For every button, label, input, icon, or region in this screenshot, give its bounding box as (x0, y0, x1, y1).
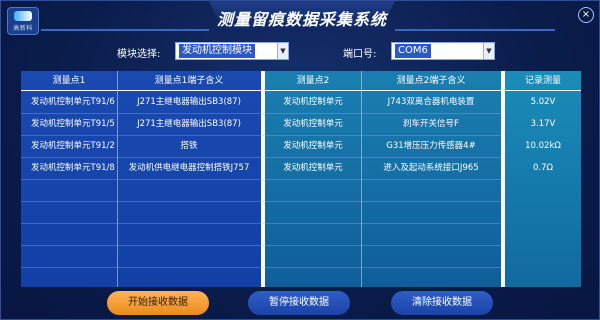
measurement-table: 测量点1 测量点1端子含义 测量点2 测量点2端子含义 记录测量 发动机控制单元… (21, 71, 581, 287)
cell-record[interactable]: 0.7Ω (505, 157, 581, 179)
cell-point2-desc[interactable]: G31增压压力传感器4# (361, 135, 501, 157)
cell-point2-desc[interactable]: 刹车开关信号F (361, 113, 501, 135)
port-select-value: COM6 (395, 44, 431, 58)
chevron-down-icon[interactable]: ▼ (483, 43, 494, 59)
cell-point1-desc[interactable]: 发动机供电继电器控制搭铁J757 (117, 157, 261, 179)
cell-point1[interactable]: 发动机控制单元T91/5 (31, 113, 115, 135)
clear-data-button[interactable]: 清除接收数据 (391, 291, 493, 315)
cell-point1[interactable]: 发动机控制单元T91/8 (31, 157, 115, 179)
cell-point1-desc[interactable]: J271主继电器输出SB3(87) (117, 113, 261, 135)
app-window: 高新科 测量留痕数据采集系统 × 模块选择: 发动机控制模块 ▼ 端口号: CO… (0, 0, 600, 320)
header-record: 记录测量 (505, 71, 581, 91)
header-point2-desc: 测量点2端子含义 (361, 71, 501, 91)
cell-point2-desc[interactable]: J743双离合器机电装置 (361, 91, 501, 113)
row-divider (21, 201, 501, 202)
row-divider (21, 245, 501, 246)
cell-point1-desc[interactable]: J271主继电器输出SB3(87) (117, 91, 261, 113)
cell-point2[interactable]: 发动机控制单元 (265, 91, 361, 113)
module-select[interactable]: 发动机控制模块 ▼ (175, 42, 289, 60)
logo-text: 高新科 (13, 24, 33, 32)
title-deco-line-right (395, 29, 555, 31)
header-point2: 测量点2 (265, 71, 361, 91)
header-point1-desc: 测量点1端子含义 (117, 71, 261, 91)
title-deco-line-left (41, 29, 209, 31)
row-divider (21, 179, 501, 180)
port-select-label: 端口号: (343, 49, 377, 60)
cell-point2[interactable]: 发动机控制单元 (265, 157, 361, 179)
cell-record[interactable]: 5.02V (505, 91, 581, 113)
cell-point1-desc[interactable]: 搭铁 (117, 135, 261, 157)
chevron-down-icon[interactable]: ▼ (277, 43, 288, 59)
cell-record[interactable]: 10.02kΩ (505, 135, 581, 157)
cell-point1[interactable]: 发动机控制单元T91/6 (31, 91, 115, 113)
module-select-label: 模块选择: (117, 49, 161, 60)
port-select[interactable]: COM6 ▼ (391, 42, 495, 60)
cell-point2-desc[interactable]: 进入及起动系统接口J965 (361, 157, 501, 179)
close-button[interactable]: × (578, 7, 594, 23)
start-receive-button[interactable]: 开始接收数据 (107, 291, 209, 315)
row-divider (21, 223, 501, 224)
cell-point1[interactable]: 发动机控制单元T91/2 (31, 135, 115, 157)
row-divider (21, 267, 501, 268)
app-logo: 高新科 (7, 7, 39, 35)
page-title: 测量留痕数据采集系统 (216, 10, 387, 29)
logo-mark-icon (14, 10, 32, 21)
cell-record[interactable]: 3.17V (505, 113, 581, 135)
header-point1: 测量点1 (21, 71, 117, 91)
pause-receive-button[interactable]: 暂停接收数据 (248, 291, 350, 315)
cell-point2[interactable]: 发动机控制单元 (265, 135, 361, 157)
module-select-value: 发动机控制模块 (179, 44, 255, 58)
cell-point2[interactable]: 发动机控制单元 (265, 113, 361, 135)
